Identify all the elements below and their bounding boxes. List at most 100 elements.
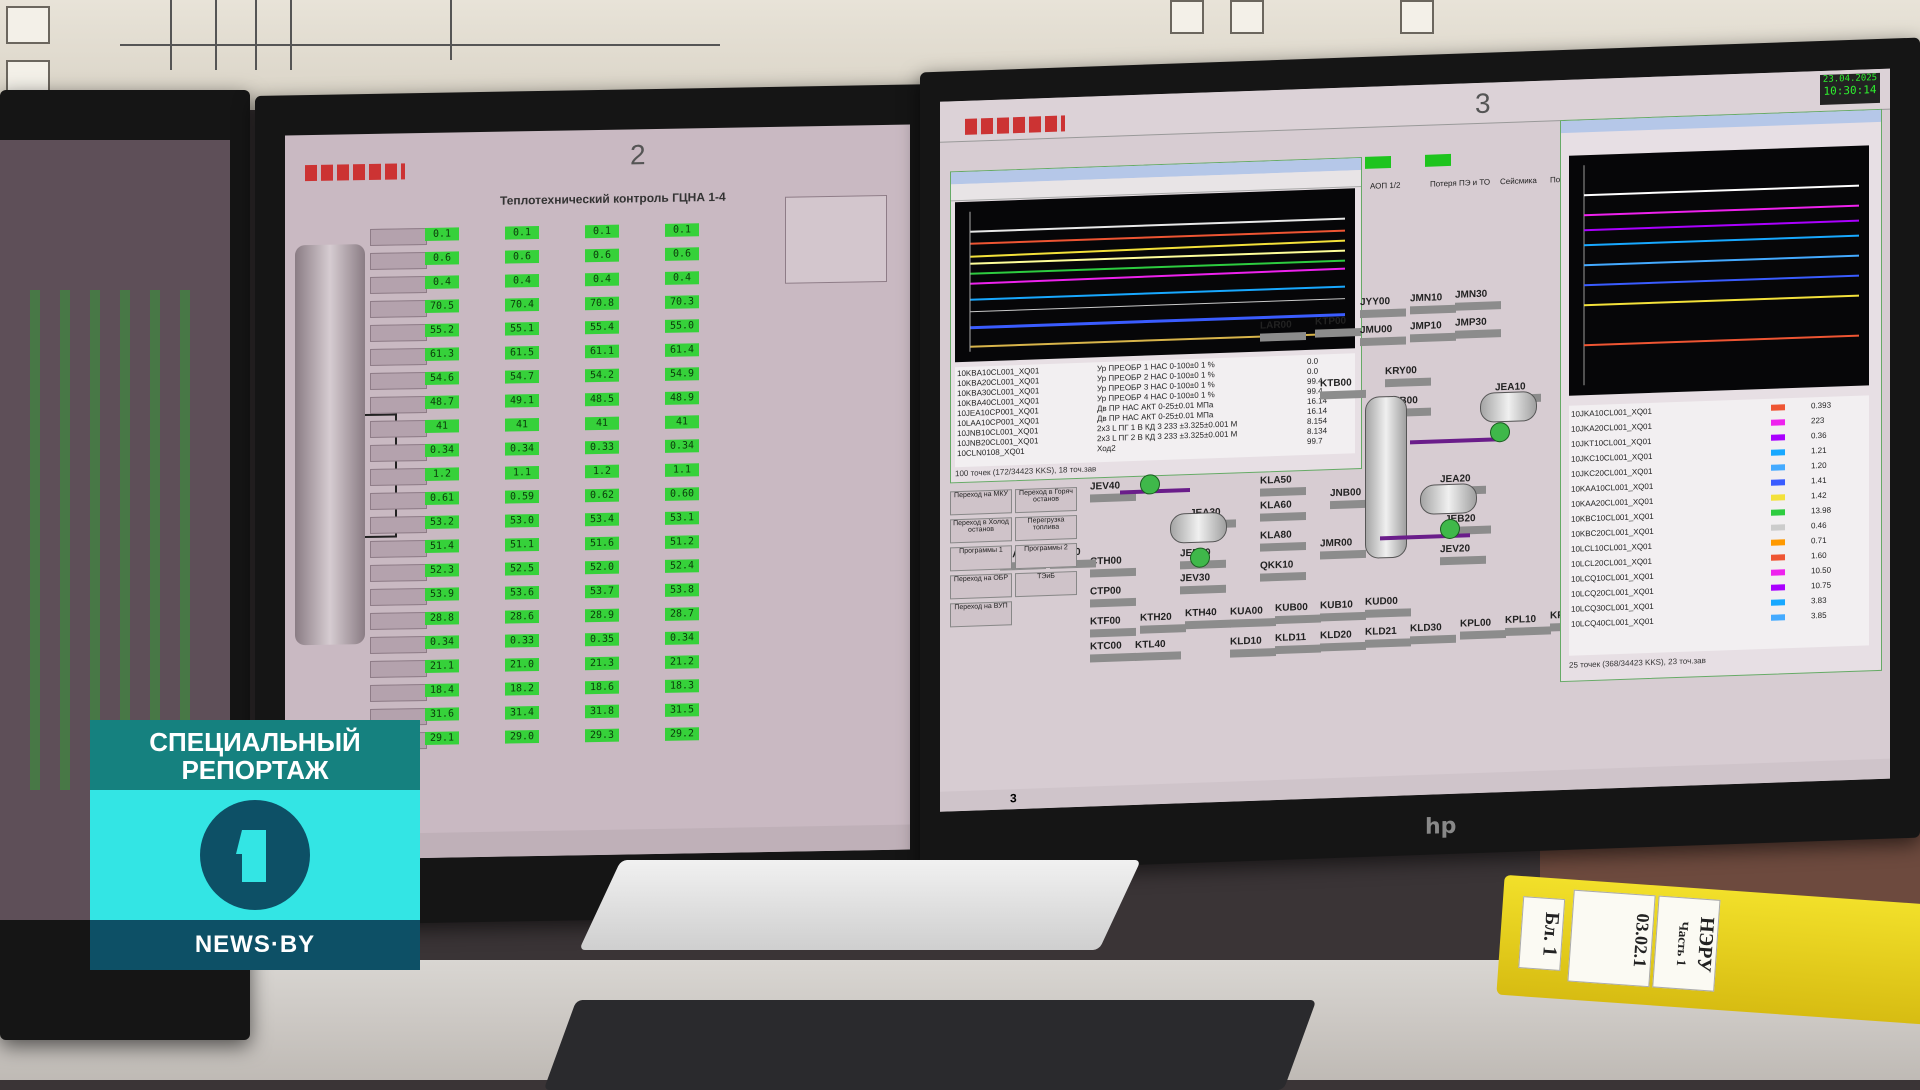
series-swatch xyxy=(1771,524,1785,531)
program-button[interactable]: Переход на ВУП xyxy=(950,601,1012,628)
page-number[interactable]: 3 xyxy=(1010,791,1017,805)
plant-tag[interactable]: JMP10 xyxy=(1410,320,1442,332)
plant-tag[interactable]: LAR00 xyxy=(1260,319,1292,331)
hp-logo: hp xyxy=(1425,813,1457,840)
bottom-bar: 3 xyxy=(940,758,1890,812)
tag-indicator xyxy=(1315,328,1361,338)
parameter-value: 0.6 xyxy=(505,250,539,264)
plant-tag[interactable]: KLD10 xyxy=(1230,636,1262,648)
program-button[interactable]: Переход на ОБР xyxy=(950,573,1012,600)
parameter-label xyxy=(370,515,427,534)
parameter-value: 54.9 xyxy=(665,367,699,381)
plant-tag[interactable]: KUB00 xyxy=(1275,602,1308,614)
binder-sub: Часть 1 xyxy=(1673,920,1692,967)
plant-tag[interactable]: KTH20 xyxy=(1140,612,1172,624)
plant-tag[interactable]: QKK10 xyxy=(1260,559,1293,571)
parameter-value: 0.6 xyxy=(425,251,459,266)
side-list-value: 0.393 xyxy=(1811,400,1832,411)
parameter-label xyxy=(370,419,427,438)
plant-tag[interactable]: JEV30 xyxy=(1180,572,1210,584)
tag-indicator xyxy=(1090,597,1136,608)
pump-icon[interactable] xyxy=(1490,421,1510,443)
plant-tag[interactable]: KLD30 xyxy=(1410,622,1442,634)
parameter-value: 1.2 xyxy=(425,467,459,482)
program-button[interactable]: Программы 1 xyxy=(950,545,1012,572)
tag-indicator xyxy=(1410,332,1456,343)
tag-indicator xyxy=(1185,619,1231,630)
side-list-value: 1.60 xyxy=(1811,550,1827,561)
program-button[interactable]: Программы 2 xyxy=(1015,542,1077,570)
plant-tag[interactable]: KLA60 xyxy=(1260,499,1292,511)
parameter-value: 0.59 xyxy=(505,490,539,504)
plant-tag[interactable]: KLD20 xyxy=(1320,629,1352,641)
plant-tag[interactable]: JYY00 xyxy=(1360,296,1390,308)
tag-indicator xyxy=(1320,611,1366,622)
side-trend-window[interactable]: 10JKA10CL001_XQ01 0.393 10JKA20CL001_XQ01 2… xyxy=(1560,108,1882,683)
keyboard[interactable] xyxy=(543,1000,1317,1090)
plant-tag[interactable]: JMP30 xyxy=(1455,317,1487,329)
plant-tag[interactable]: KTC00 xyxy=(1090,640,1122,652)
plant-tag[interactable]: KUB10 xyxy=(1320,599,1353,611)
tag-indicator xyxy=(1260,541,1306,552)
side-trend-lines xyxy=(1583,165,1859,386)
side-trend-plot[interactable] xyxy=(1569,145,1869,396)
plant-tag[interactable]: KLA50 xyxy=(1260,474,1292,486)
plant-tag[interactable]: KTH40 xyxy=(1185,607,1217,619)
plant-tag[interactable]: KTP00 xyxy=(1315,316,1346,328)
plant-tag[interactable]: JMN30 xyxy=(1455,289,1487,301)
side-list-tag: 10LCQ40CL001_XQ01 xyxy=(1571,616,1654,629)
popup-value: 8.134 xyxy=(1307,426,1328,436)
program-button[interactable]: Переход на МКУ xyxy=(950,489,1012,516)
side-list-tag: 10JKA10CL001_XQ01 xyxy=(1571,406,1652,419)
plant-tag[interactable]: KLD11 xyxy=(1275,632,1306,644)
plant-tag[interactable]: CTP00 xyxy=(1090,585,1121,597)
tag-indicator xyxy=(1180,584,1226,595)
tag-indicator xyxy=(1440,555,1486,566)
parameter-value: 53.1 xyxy=(665,511,699,525)
plant-tag[interactable]: JEV20 xyxy=(1440,543,1470,555)
program-button[interactable]: Перегрузка топлива xyxy=(1015,514,1077,542)
binder-label-small: Бл. 1 xyxy=(1518,896,1566,971)
plant-tag[interactable]: JMR00 xyxy=(1320,537,1352,549)
plant-tag[interactable]: KPL10 xyxy=(1505,614,1536,626)
side-list-value: 0.36 xyxy=(1811,430,1827,441)
plant-tag[interactable]: KUA00 xyxy=(1230,605,1263,617)
side-list-value: 223 xyxy=(1811,415,1825,426)
plant-tag[interactable]: JNB00 xyxy=(1330,487,1361,499)
tag-indicator xyxy=(1320,389,1366,400)
side-list-value: 10.75 xyxy=(1811,580,1832,591)
wall-line xyxy=(255,0,257,70)
series-swatch xyxy=(1771,539,1785,546)
side-list-tag: 10KBC10CL001_XQ01 xyxy=(1571,511,1654,524)
program-button[interactable]: Переход в Горяч останов xyxy=(1015,486,1077,514)
status-indicator[interactable] xyxy=(1365,156,1391,169)
parameter-value: 0.34 xyxy=(665,631,699,645)
plant-tag[interactable]: JMN10 xyxy=(1410,292,1442,304)
status-indicator[interactable] xyxy=(1425,153,1451,167)
binder-title: НЭРУ xyxy=(1692,916,1719,974)
parameter-value: 61.4 xyxy=(665,343,699,357)
parameter-value: 53.4 xyxy=(585,512,619,527)
parameter-value: 53.9 xyxy=(425,587,459,602)
parameter-value: 41 xyxy=(665,415,699,429)
plant-tag[interactable]: JMU00 xyxy=(1360,324,1392,336)
side-list-value: 0.71 xyxy=(1811,535,1827,546)
plant-tag[interactable]: KLA80 xyxy=(1260,529,1292,541)
plant-tag[interactable]: JEV40 xyxy=(1090,480,1120,492)
trend-window[interactable]: 10KBA10CL001_XQ01 Ур ПРЕОБР 1 НАС 0-100±0… xyxy=(950,157,1362,484)
tag-indicator xyxy=(1275,614,1321,625)
plant-tag[interactable]: KRY00 xyxy=(1385,365,1417,377)
program-button[interactable]: ТЭиБ xyxy=(1015,570,1077,598)
parameter-value: 0.34 xyxy=(665,439,699,453)
plant-tag[interactable]: KTL40 xyxy=(1135,639,1166,651)
wall-gauge xyxy=(1230,0,1264,34)
plant-tag[interactable]: KLD21 xyxy=(1365,626,1397,638)
plant-tag[interactable]: KTB00 xyxy=(1320,377,1352,389)
plant-tag[interactable]: KPL00 xyxy=(1460,618,1491,630)
tag-indicator xyxy=(1320,549,1366,560)
program-button[interactable]: Переход в Холод останов xyxy=(950,517,1012,544)
series-swatch xyxy=(1771,494,1785,501)
plant-tag[interactable]: KUD00 xyxy=(1365,596,1398,608)
plant-tag[interactable]: KTF00 xyxy=(1090,615,1121,627)
parameter-value: 41 xyxy=(585,416,619,431)
